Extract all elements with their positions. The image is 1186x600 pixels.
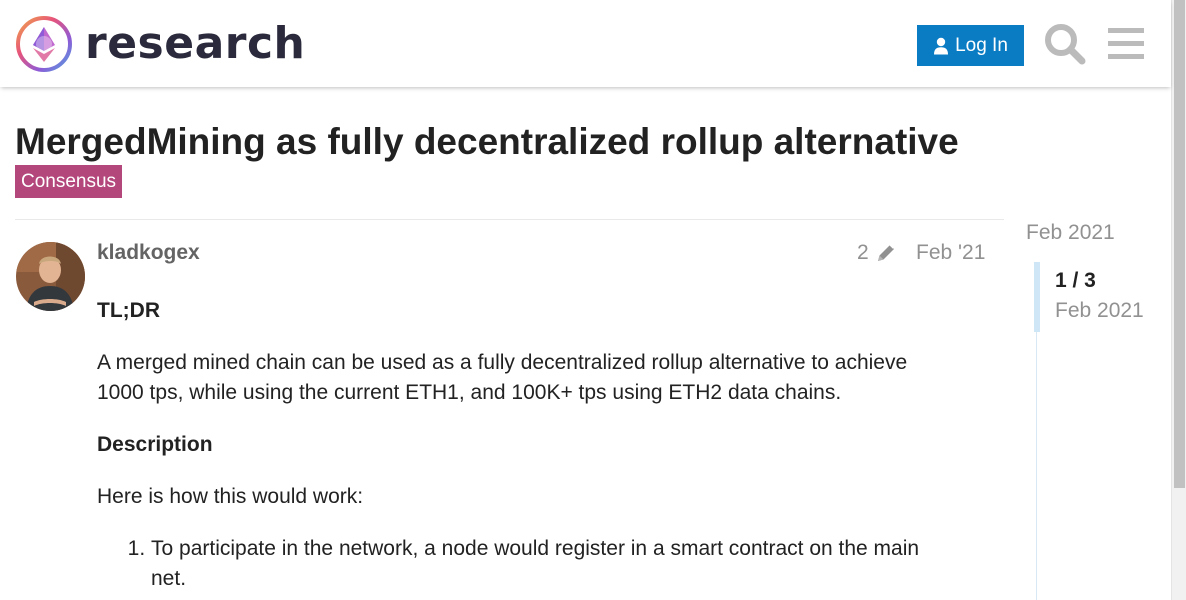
- post-body: TL;DR A merged mined chain can be used a…: [97, 296, 957, 594]
- log-in-label: Log In: [955, 34, 1008, 56]
- post-summary: A merged mined chain can be used as a fu…: [97, 351, 908, 404]
- page-scrollbar[interactable]: [1171, 0, 1186, 600]
- site-header: research Log In: [0, 0, 1171, 87]
- pencil-icon: [877, 243, 895, 261]
- avatar-photo: [16, 242, 85, 311]
- title-divider: [15, 219, 1004, 220]
- search-icon: [1045, 24, 1086, 65]
- user-avatar[interactable]: [16, 242, 85, 311]
- hamburger-menu-button[interactable]: [1106, 24, 1146, 64]
- steps-list: To participate in the network, a node wo…: [151, 534, 957, 594]
- post-author-username[interactable]: kladkogex: [97, 240, 200, 266]
- timeline-scroll-handle[interactable]: [1034, 262, 1040, 332]
- post-intro: Here is how this would work:: [97, 485, 364, 508]
- timeline-start-date[interactable]: Feb 2021: [1026, 220, 1115, 246]
- ethereum-research-logo-icon: [16, 16, 72, 72]
- post-edit-history[interactable]: 2: [857, 240, 897, 266]
- hamburger-menu-icon: [1108, 28, 1144, 59]
- log-in-button[interactable]: Log In: [917, 25, 1024, 66]
- site-logo[interactable]: research: [15, 14, 305, 74]
- category-badge[interactable]: Consensus: [15, 165, 123, 198]
- site-logo-text: research: [85, 18, 306, 69]
- scrollbar-thumb[interactable]: [1174, 0, 1185, 488]
- timeline-current-date: Feb 2021: [1055, 299, 1144, 322]
- description-heading: Description: [97, 433, 213, 456]
- topic-title[interactable]: MergedMining as fully decentralized roll…: [15, 120, 959, 164]
- search-button[interactable]: [1043, 22, 1087, 66]
- user-icon: [934, 37, 949, 54]
- list-item: To participate in the network, a node wo…: [151, 534, 957, 594]
- tldr-heading: TL;DR: [97, 299, 160, 322]
- timeline-position: 1 / 3: [1055, 269, 1096, 292]
- post-date[interactable]: Feb '21: [916, 240, 985, 266]
- edit-count-number: 2: [857, 241, 869, 264]
